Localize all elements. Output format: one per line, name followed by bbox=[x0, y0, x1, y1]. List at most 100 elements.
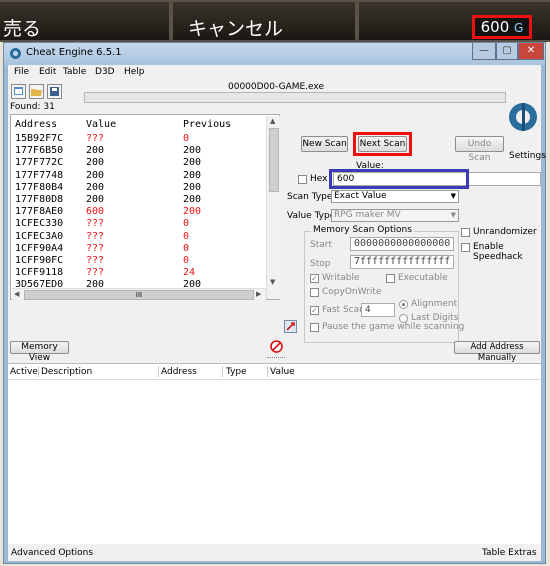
value-cell: 200 bbox=[86, 194, 105, 205]
table-row[interactable]: 1CFEC3A0??? 0 bbox=[11, 231, 266, 243]
memory-view-button[interactable]: Memory View bbox=[10, 341, 69, 363]
undo-scan-button[interactable]: Undo Scan bbox=[455, 136, 504, 163]
address-cell: 1CFF90FC bbox=[15, 255, 64, 266]
address-cell: 177F6B50 bbox=[15, 145, 64, 157]
address-cell: 177F7748 bbox=[15, 169, 64, 181]
pause-game-checkbox[interactable] bbox=[310, 323, 319, 332]
value-cell: 200 bbox=[86, 169, 105, 181]
scroll-left-icon[interactable]: ◀ bbox=[14, 290, 19, 298]
scan-type-label: Scan Type bbox=[287, 192, 333, 202]
address-list-table[interactable]: Active Description Address Type Value bbox=[8, 363, 541, 544]
table-extras-link[interactable]: Table Extras bbox=[482, 548, 537, 558]
table-row[interactable]: 1CFF9118??? 24 bbox=[11, 267, 266, 279]
alignment-radio[interactable] bbox=[399, 300, 408, 309]
scroll-down-icon[interactable]: ▼ bbox=[270, 278, 275, 286]
table-row[interactable]: 177F772C 200 200 bbox=[11, 157, 266, 169]
menu-edit[interactable]: Edit bbox=[39, 67, 56, 77]
start-address-input[interactable]: 0000000000000000 bbox=[350, 237, 454, 251]
value-input-highlight bbox=[329, 169, 469, 189]
previous-cell: 0 bbox=[183, 218, 190, 230]
fast-scan-label: Fast Scan bbox=[322, 305, 365, 315]
game-sell-label[interactable]: 売る bbox=[3, 14, 41, 41]
start-label: Start bbox=[310, 240, 332, 250]
value-cell: ??? bbox=[86, 218, 105, 230]
cheat-engine-settings-icon[interactable] bbox=[507, 101, 539, 133]
table-row[interactable]: 15B92F7C??? 0 bbox=[11, 133, 266, 145]
open-process-icon[interactable] bbox=[11, 84, 26, 99]
horizontal-scroll-thumb[interactable]: III bbox=[24, 290, 254, 300]
close-button[interactable]: ✕ bbox=[518, 43, 544, 60]
table-row[interactable]: 1CFEC330??? 0 bbox=[11, 218, 266, 230]
new-scan-button[interactable]: New Scan bbox=[301, 136, 348, 152]
pause-game-label: Pause the game while scanning bbox=[322, 322, 465, 332]
executable-checkbox[interactable] bbox=[386, 274, 395, 283]
value-type-select[interactable]: RPG maker MV ▼ bbox=[331, 209, 459, 222]
column-header-active[interactable]: Active bbox=[10, 367, 38, 377]
menu-file[interactable]: File bbox=[14, 67, 29, 77]
pointer-icon[interactable] bbox=[284, 320, 297, 333]
table-row[interactable]: 1CFF90FC??? 0 bbox=[11, 255, 266, 267]
next-scan-button[interactable]: Next Scan bbox=[358, 136, 407, 152]
address-cell: 1CFF90A4 bbox=[15, 242, 64, 254]
value-type-value: RPG maker MV bbox=[334, 210, 401, 220]
column-header-address[interactable]: Address bbox=[15, 119, 57, 130]
save-icon[interactable] bbox=[47, 84, 62, 99]
hex-label: Hex bbox=[310, 174, 328, 184]
game-cancel-label[interactable]: キャンセル bbox=[188, 14, 283, 41]
value-type-label: Value Type bbox=[287, 211, 336, 221]
table-row[interactable]: 177F8AE0 600 200 bbox=[11, 206, 266, 218]
fast-scan-checkbox[interactable]: ✓ bbox=[310, 306, 319, 315]
stop-address-input[interactable]: 7fffffffffffffff bbox=[350, 255, 454, 269]
copyonwrite-checkbox[interactable] bbox=[310, 288, 319, 297]
address-cell: 177F772C bbox=[15, 157, 64, 169]
table-row[interactable]: 177F80B4 200 200 bbox=[11, 182, 266, 194]
menu-table[interactable]: Table bbox=[63, 67, 86, 77]
minimize-button[interactable]: — bbox=[472, 43, 496, 60]
clear-list-icon[interactable] bbox=[270, 340, 283, 353]
table-row[interactable]: 177F6B50 200 200 bbox=[11, 145, 266, 157]
scan-type-select[interactable]: Exact Value ▼ bbox=[331, 190, 459, 203]
column-header-address[interactable]: Address bbox=[161, 367, 197, 377]
column-header-previous[interactable]: Previous bbox=[183, 119, 231, 130]
table-row[interactable]: 177F80D8 200 200 bbox=[11, 194, 266, 206]
settings-label[interactable]: Settings bbox=[509, 151, 546, 161]
speedhack-checkbox[interactable] bbox=[461, 243, 470, 252]
maximize-button[interactable]: ▢ bbox=[496, 43, 518, 60]
unrandomizer-label: Unrandomizer bbox=[473, 227, 537, 237]
scroll-up-icon[interactable]: ▲ bbox=[270, 117, 275, 125]
hex-checkbox[interactable] bbox=[298, 175, 307, 184]
add-address-button[interactable]: Add Address Manually bbox=[454, 341, 540, 363]
gold-value: 600 bbox=[480, 18, 510, 36]
fast-scan-input[interactable]: 4 bbox=[361, 303, 395, 317]
value-cell: ??? bbox=[86, 242, 105, 254]
vertical-scroll-thumb[interactable] bbox=[269, 128, 279, 192]
address-cell: 177F80D8 bbox=[15, 194, 64, 205]
scan-results-list[interactable]: Address Value Previous 15B92F7C??? 0 177F6… bbox=[10, 114, 280, 300]
column-header-type[interactable]: Type bbox=[226, 367, 247, 377]
menu-bar: File Edit Table D3D Help bbox=[8, 65, 541, 81]
horizontal-scrollbar[interactable]: ◀ III ▶ bbox=[12, 288, 266, 300]
column-header-description[interactable]: Description bbox=[41, 367, 92, 377]
splitter-grip[interactable] bbox=[267, 357, 285, 360]
value-cell: ??? bbox=[86, 230, 105, 242]
title-bar[interactable]: Cheat Engine 6.5.1 — ▢ ✕ bbox=[4, 43, 545, 65]
menu-help[interactable]: Help bbox=[124, 67, 145, 77]
speedhack-label: Enable Speedhack bbox=[473, 242, 523, 262]
vertical-scrollbar[interactable]: ▲ ▼ bbox=[266, 116, 280, 299]
scroll-right-icon[interactable]: ▶ bbox=[256, 290, 261, 298]
column-header-value[interactable]: Value bbox=[270, 367, 295, 377]
table-row[interactable]: 1CFF90A4??? 0 bbox=[11, 243, 266, 255]
previous-cell: 0 bbox=[183, 242, 190, 254]
address-cell: 1CFF9118 bbox=[15, 267, 64, 279]
previous-cell: 0 bbox=[183, 133, 190, 144]
writable-checkbox[interactable]: ✓ bbox=[310, 274, 319, 283]
value-cell: 200 bbox=[86, 157, 105, 169]
previous-cell: 200 bbox=[183, 145, 202, 157]
table-row[interactable]: 177F7748 200 200 bbox=[11, 170, 266, 182]
menu-d3d[interactable]: D3D bbox=[95, 67, 115, 77]
column-header-value[interactable]: Value bbox=[86, 119, 116, 130]
scan-progress-bar bbox=[84, 92, 506, 103]
open-folder-icon[interactable] bbox=[29, 84, 44, 99]
advanced-options-link[interactable]: Advanced Options bbox=[11, 548, 93, 558]
unrandomizer-checkbox[interactable] bbox=[461, 228, 470, 237]
